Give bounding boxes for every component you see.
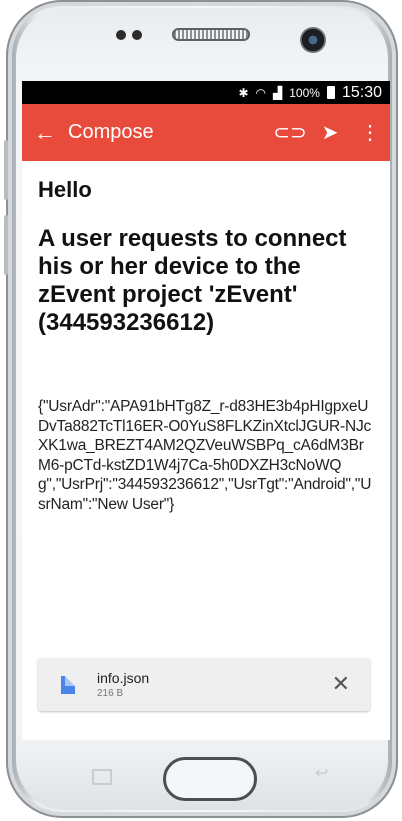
- attachment-name: info.json: [97, 670, 150, 686]
- json-payload: {"UsrAdr":"APA91bHTg8Z_r-d83HE3b4pHIgpxe…: [38, 398, 372, 513]
- side-button: [4, 140, 8, 200]
- status-bar: ✱ ◠ ▟ 100% 15:30: [22, 81, 390, 104]
- wifi-icon: ◠: [255, 85, 267, 100]
- attachment-chip[interactable]: info.json 216 B ✕: [38, 658, 370, 711]
- back-key-icon[interactable]: ↩: [315, 763, 328, 783]
- clock: 15:30: [341, 83, 382, 101]
- email-body[interactable]: Hello A user requests to connect his or …: [22, 177, 390, 514]
- speaker-grille: [172, 28, 250, 41]
- screen: ✱ ◠ ▟ 100% 15:30 ← Compose ⊂⊃ ➤ ⋮ Hello …: [22, 81, 390, 740]
- paperclip-icon[interactable]: ⊂⊃: [270, 120, 310, 145]
- recent-apps-icon[interactable]: [92, 769, 112, 785]
- bluetooth-icon: ✱: [238, 85, 249, 100]
- front-camera: [300, 27, 326, 53]
- home-button[interactable]: [163, 757, 257, 801]
- app-bar: ← Compose ⊂⊃ ➤ ⋮: [22, 104, 390, 161]
- battery-percent: 100%: [289, 85, 320, 100]
- signal-icon: ▟: [273, 85, 283, 100]
- arrow-left-icon[interactable]: ←: [22, 120, 68, 146]
- more-vert-icon[interactable]: ⋮: [350, 120, 390, 145]
- headline: A user requests to connect his or her de…: [38, 225, 347, 336]
- close-icon[interactable]: ✕: [332, 671, 350, 697]
- app-bar-title: Compose: [68, 121, 154, 143]
- sensor-dots: [116, 30, 142, 40]
- side-button: [4, 215, 8, 275]
- greeting: Hello: [38, 177, 92, 202]
- file-icon: [61, 675, 75, 694]
- send-icon[interactable]: ➤: [310, 120, 350, 145]
- battery-icon: [326, 86, 335, 99]
- attachment-size: 216 B: [97, 688, 124, 699]
